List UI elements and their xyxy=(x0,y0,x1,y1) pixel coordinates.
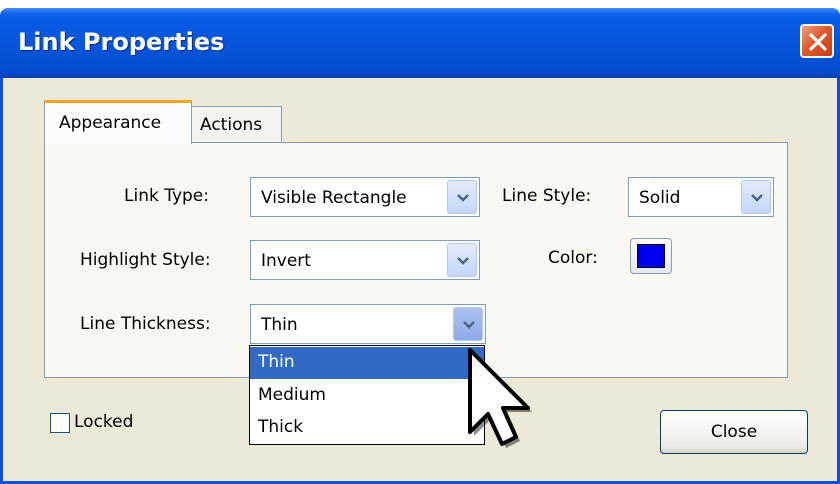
highlight-style-label: Highlight Style: xyxy=(80,250,211,270)
close-x-icon xyxy=(809,33,827,51)
chevron-down-icon xyxy=(463,321,475,329)
close-window-button[interactable] xyxy=(800,24,834,58)
line-thickness-label: Line Thickness: xyxy=(80,314,211,334)
highlight-style-value: Invert xyxy=(261,251,311,271)
locked-checkbox[interactable] xyxy=(50,413,70,433)
tab-appearance-label: Appearance xyxy=(59,113,162,133)
tab-actions[interactable]: Actions xyxy=(190,106,282,142)
dropdown-option-thick[interactable]: Thick xyxy=(250,412,484,444)
line-thickness-dropdown-list: Thin Medium Thick xyxy=(249,345,485,445)
highlight-style-select[interactable]: Invert xyxy=(250,240,480,280)
highlight-style-dropdown-button[interactable] xyxy=(447,243,477,277)
line-style-dropdown-button[interactable] xyxy=(741,180,771,214)
line-style-value: Solid xyxy=(639,188,681,208)
line-style-select[interactable]: Solid xyxy=(628,177,774,217)
tab-appearance[interactable]: Appearance xyxy=(44,100,192,144)
link-type-select[interactable]: Visible Rectangle xyxy=(250,177,480,217)
line-thickness-select[interactable]: Thin xyxy=(250,304,486,344)
link-type-value: Visible Rectangle xyxy=(261,188,407,208)
title-bar[interactable]: Link Properties xyxy=(0,8,840,78)
close-button[interactable]: Close xyxy=(660,410,808,454)
color-label: Color: xyxy=(548,248,598,268)
chevron-down-icon xyxy=(457,194,469,202)
color-picker-button[interactable] xyxy=(630,238,672,274)
chevron-down-icon xyxy=(457,257,469,265)
color-swatch xyxy=(637,244,665,268)
line-thickness-dropdown-button[interactable] xyxy=(453,307,483,341)
arrow-cursor-icon xyxy=(468,348,532,448)
chevron-down-icon xyxy=(751,194,763,202)
window-title: Link Properties xyxy=(18,28,225,56)
line-style-label: Line Style: xyxy=(502,186,592,206)
link-type-dropdown-button[interactable] xyxy=(447,180,477,214)
locked-label: Locked xyxy=(74,412,134,432)
link-type-label: Link Type: xyxy=(124,186,209,206)
line-thickness-value: Thin xyxy=(261,315,298,335)
dropdown-option-thin[interactable]: Thin xyxy=(250,347,484,379)
tab-actions-label: Actions xyxy=(200,115,263,135)
dropdown-option-medium[interactable]: Medium xyxy=(250,380,484,412)
